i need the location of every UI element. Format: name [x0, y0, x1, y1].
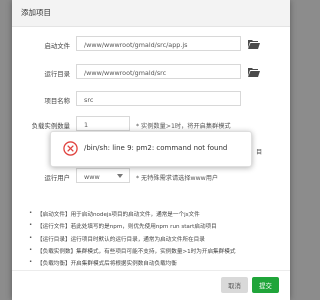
dialog-titlebar: 添加项目 [12, 0, 290, 27]
instances-hint: * 实例数量>1时，将开启集群模式 [136, 123, 231, 130]
run-dir-row: 运行目录 /www/wwwroot/gmald/src [12, 64, 290, 81]
project-name-label: 项目名称 [44, 97, 70, 105]
note-item: • 【负载实例数】集群模式，有些项目可能不支持，实例数量>1时为开启集群模式 [29, 246, 236, 255]
folder-open-icon[interactable] [248, 39, 260, 49]
memory-hint: 目 [256, 149, 263, 156]
run-user-row: 运行用户 www * 无特殊需求请选择www用户 [12, 168, 290, 185]
project-name-row: 项目名称 src [12, 91, 290, 108]
error-toast: /bin/sh: line 9: pm2: command not found [50, 131, 252, 167]
run-user-value: www [84, 172, 100, 181]
project-name-input[interactable]: src [76, 91, 241, 106]
submit-button[interactable]: 提交 [252, 277, 279, 293]
note-item: • 【启动文件】用于启动nodejs项目的启动文件，通常是一个js文件 [29, 210, 200, 218]
dialog-footer: 取消 提交 [12, 270, 290, 300]
note-item: • 【运行目录】运行项目时默认的运行目录，通常为启动文件所在目录 [29, 234, 205, 243]
dialog-title: 添加项目 [21, 8, 51, 17]
error-circle-icon [63, 141, 78, 156]
start-file-label: 启动文件 [44, 42, 70, 50]
folder-open-icon[interactable] [248, 67, 260, 77]
chevron-down-icon [117, 174, 123, 178]
run-dir-input[interactable]: /www/wwwroot/gmald/src [76, 64, 241, 79]
run-user-hint: * 无特殊需求请选择www用户 [136, 175, 219, 182]
run-user-label: 运行用户 [44, 174, 70, 182]
notes-list: • 【启动文件】用于启动nodejs项目的启动文件，通常是一个js文件 • 【运行文… [29, 210, 284, 271]
run-user-select[interactable]: www [76, 168, 130, 183]
cancel-button[interactable]: 取消 [221, 277, 248, 293]
start-file-input[interactable]: /www/wwwroot/gmald/src/app.js [76, 36, 241, 51]
run-dir-label: 运行目录 [44, 70, 70, 78]
instances-input[interactable]: 1 [76, 116, 130, 131]
instances-label: 负载实例数量 [31, 122, 70, 130]
start-file-row: 启动文件 /www/wwwroot/gmald/src/app.js [12, 36, 290, 53]
error-message: /bin/sh: line 9: pm2: command not found [84, 144, 228, 152]
note-item: • 【运行文件】若此处填写的是npm，则优先使用npm run start启动项目 [29, 222, 217, 231]
note-item: • 【负载均衡】开启集群模式后将根据实例数自动负载均衡 [29, 259, 177, 268]
